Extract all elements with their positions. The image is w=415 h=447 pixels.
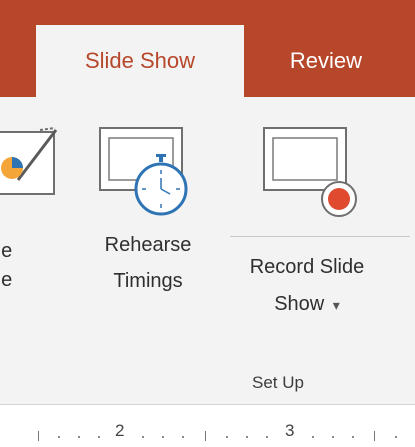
- ruler-tick: [226, 436, 228, 438]
- ribbon-tab-strip: Slide Show Review: [0, 0, 415, 97]
- ruler-tick: [266, 436, 268, 438]
- ruler-tick: [182, 436, 184, 438]
- horizontal-ruler: [0, 405, 415, 447]
- tab-slide-show[interactable]: Slide Show: [36, 25, 244, 97]
- ruler-number-3: 3: [285, 421, 295, 440]
- tab-review[interactable]: Review: [266, 25, 386, 97]
- dropdown-arrow-icon[interactable]: ▾: [333, 297, 340, 313]
- slide-partial-icon: [0, 127, 58, 195]
- record-slide-show-button[interactable]: Record Slide Show ▾: [222, 120, 392, 335]
- ruler-tick: [395, 436, 397, 438]
- ruler-number-2: 2: [115, 421, 125, 440]
- rehearse-timings-label-1: Rehearse: [104, 234, 192, 256]
- ruler-tick: [142, 436, 144, 438]
- ruler-tick: [352, 436, 354, 438]
- ruler-tick: [312, 436, 314, 438]
- rehearse-timings-label-2: Timings: [113, 270, 183, 292]
- record-slide-show-label-show: Show: [274, 293, 325, 315]
- ruler-tick: [332, 436, 334, 438]
- record-slide-show-label-2: Show ▾: [222, 290, 392, 319]
- rehearse-timings-icon: [99, 127, 188, 216]
- ruler-major-tick: [205, 431, 206, 441]
- ruler-tick: [246, 436, 248, 438]
- ruler-tick: [98, 436, 100, 438]
- ruler-major-tick: [38, 431, 39, 441]
- ruler-tick: [78, 436, 80, 438]
- record-slide-show-label-1: Record Slide: [249, 256, 365, 278]
- partial-slide-button[interactable]: de de: [0, 120, 60, 310]
- record-slide-show-icon: [263, 127, 357, 217]
- partial-button-label-1: de: [0, 240, 13, 262]
- ruler-tick: [162, 436, 164, 438]
- group-label-set-up: Set Up: [252, 373, 304, 392]
- partial-button-label-2: de: [0, 269, 13, 291]
- ruler-tick: [58, 436, 60, 438]
- ruler-major-tick: [374, 431, 375, 441]
- rehearse-timings-button[interactable]: Rehearse Timings: [78, 120, 218, 310]
